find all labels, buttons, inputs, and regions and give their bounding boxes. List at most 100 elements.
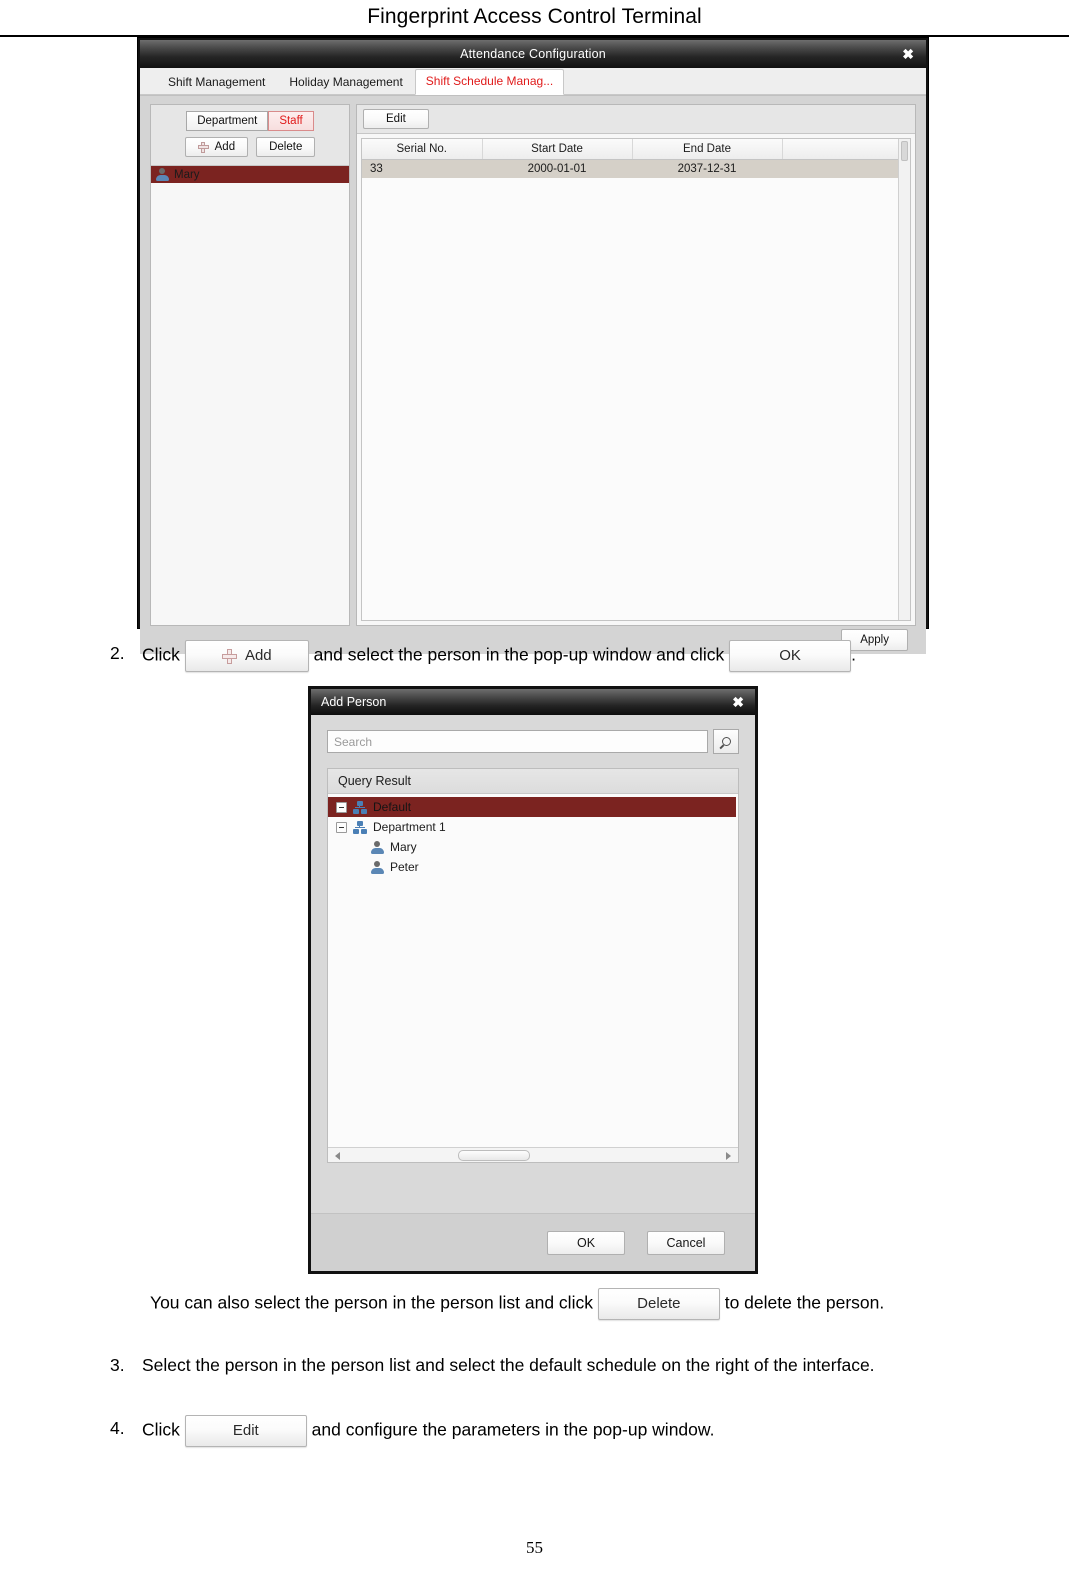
cell-blank <box>782 159 910 178</box>
user-icon <box>370 860 384 874</box>
column-header-serial-no[interactable]: Serial No. <box>362 139 483 160</box>
inline-ok-button[interactable]: OK <box>729 640 852 672</box>
tab-shift-schedule-management[interactable]: Shift Schedule Manag... <box>414 69 565 95</box>
search-input[interactable] <box>327 730 708 753</box>
schedule-table: Serial No. Start Date End Date 33 2000-0… <box>362 139 910 178</box>
toggle-staff[interactable]: Staff <box>268 111 314 131</box>
step-2-body: Click Add and select the person in the p… <box>142 640 1069 672</box>
left-pane: Department Staff Add Delete Mary <box>150 104 350 626</box>
add-person-titlebar: Add Person ✖ <box>311 689 755 715</box>
add-button-label: Add <box>214 141 236 153</box>
step-2-text-middle: and select the person in the pop-up wind… <box>313 644 725 665</box>
attendance-configuration-window: Attendance Configuration ✖ Shift Managem… <box>138 38 928 654</box>
tree-item-department-1[interactable]: Department 1 <box>328 817 738 837</box>
right-pane-toolbar: Edit <box>357 105 915 134</box>
tab-shift-management[interactable]: Shift Management <box>156 71 277 95</box>
column-header-end-date[interactable]: End Date <box>632 139 783 160</box>
vertical-scrollbar[interactable] <box>898 139 910 620</box>
query-result-box: Query Result Default Department 1 Mary P… <box>327 768 739 1163</box>
column-header-start-date[interactable]: Start Date <box>482 139 633 160</box>
magnifier-icon <box>719 735 733 748</box>
step-4-body: Click Edit and configure the parameters … <box>142 1415 1069 1447</box>
tree-item-label: Default <box>373 800 412 814</box>
step-4-text-before: Click <box>142 1419 180 1440</box>
tree-item-label: Department 1 <box>373 820 446 834</box>
right-pane: Edit Serial No. Start Date End Date 33 2… <box>356 104 916 626</box>
window-title: Attendance Configuration <box>460 47 606 61</box>
step-2-text-after: . <box>851 644 856 665</box>
toggle-department[interactable]: Department <box>186 111 269 131</box>
tree-item-peter[interactable]: Peter <box>328 857 738 877</box>
person-tree[interactable]: Default Department 1 Mary Peter <box>328 794 738 1147</box>
step-4-text-after: and configure the parameters in the pop-… <box>311 1419 715 1440</box>
inline-add-button[interactable]: Add <box>184 640 309 672</box>
minus-icon[interactable] <box>336 821 347 833</box>
step-3: 3. Select the person in the person list … <box>110 1352 1069 1379</box>
inline-add-label: Add <box>244 647 272 665</box>
tree-item-default[interactable]: Default <box>328 797 736 817</box>
inline-delete-button[interactable]: Delete <box>597 1288 720 1320</box>
step-3-text: Select the person in the person list and… <box>142 1355 875 1375</box>
add-person-title: Add Person <box>321 695 387 709</box>
horizontal-scrollbar[interactable] <box>328 1147 738 1162</box>
tree-item-label: Peter <box>390 860 419 874</box>
edit-schedule-button[interactable]: Edit <box>363 109 429 129</box>
page-number: 55 <box>526 1538 543 1557</box>
step-4-number: 4. <box>110 1418 125 1438</box>
tree-item-mary[interactable]: Mary <box>328 837 738 857</box>
step-4: 4. Click Edit and configure the paramete… <box>110 1415 1069 1447</box>
plus-icon <box>221 648 237 664</box>
note-text-before: You can also select the person in the pe… <box>150 1292 593 1313</box>
scrollbar-thumb[interactable] <box>458 1150 530 1161</box>
list-item-mary[interactable]: Mary <box>151 166 349 183</box>
tabstrip: Shift Management Holiday Management Shif… <box>140 68 926 96</box>
search-button[interactable] <box>713 729 739 754</box>
person-list[interactable]: Mary <box>151 166 349 625</box>
cell-serial-no: 33 <box>362 159 482 178</box>
cell-end-date: 2037-12-31 <box>632 159 782 178</box>
tree-item-label: Mary <box>390 840 417 854</box>
scroll-left-arrow-icon[interactable] <box>335 1152 340 1160</box>
note-text-after: to delete the person. <box>724 1292 885 1313</box>
tab-holiday-management[interactable]: Holiday Management <box>277 71 414 95</box>
inline-edit-button[interactable]: Edit <box>184 1415 307 1447</box>
window-body: Department Staff Add Delete Mary Edit Se… <box>140 96 926 626</box>
add-person-button[interactable]: Add <box>184 137 249 157</box>
scroll-right-arrow-icon[interactable] <box>726 1152 731 1160</box>
step-2: 2. Click Add and select the person in th… <box>110 640 1069 672</box>
user-icon <box>370 840 384 854</box>
ok-button[interactable]: OK <box>547 1230 625 1255</box>
query-result-label: Query Result <box>328 769 738 794</box>
close-icon[interactable]: ✖ <box>732 695 744 709</box>
table-row[interactable]: 33 2000-01-01 2037-12-31 <box>362 159 910 178</box>
scope-toggle-group: Department Staff <box>151 109 349 135</box>
scrollbar-thumb[interactable] <box>901 141 908 161</box>
step-2-text-before: Click <box>142 644 180 665</box>
department-icon <box>353 800 367 814</box>
plus-icon <box>197 141 209 153</box>
delete-person-button[interactable]: Delete <box>256 137 316 157</box>
add-person-dialog: Add Person ✖ Query Result Default Dep <box>308 686 758 1274</box>
column-header-blank[interactable] <box>782 139 910 160</box>
left-pane-toolbar: Department Staff Add Delete <box>151 105 349 166</box>
person-name: Mary <box>174 168 200 181</box>
minus-icon[interactable] <box>336 801 347 813</box>
cell-start-date: 2000-01-01 <box>482 159 632 178</box>
left-pane-buttons: Add Delete <box>151 135 349 161</box>
add-person-footer: OK Cancel <box>311 1213 755 1271</box>
step-2-number: 2. <box>110 643 125 663</box>
delete-button-label: Delete <box>269 141 303 153</box>
search-row <box>327 729 739 754</box>
cancel-button[interactable]: Cancel <box>647 1230 725 1255</box>
user-icon <box>155 168 169 181</box>
step-3-number: 3. <box>110 1355 125 1375</box>
window-titlebar: Attendance Configuration ✖ <box>140 40 926 68</box>
close-icon[interactable]: ✖ <box>902 47 914 61</box>
panes-container: Department Staff Add Delete Mary Edit Se… <box>150 104 916 626</box>
header-divider <box>0 35 1069 37</box>
add-person-body: Query Result Default Department 1 Mary <box>311 715 755 1213</box>
page-title: Fingerprint Access Control Terminal <box>367 5 702 28</box>
department-icon <box>353 820 367 834</box>
delete-note: You can also select the person in the pe… <box>150 1288 1069 1320</box>
table-header-row: Serial No. Start Date End Date <box>362 139 910 160</box>
